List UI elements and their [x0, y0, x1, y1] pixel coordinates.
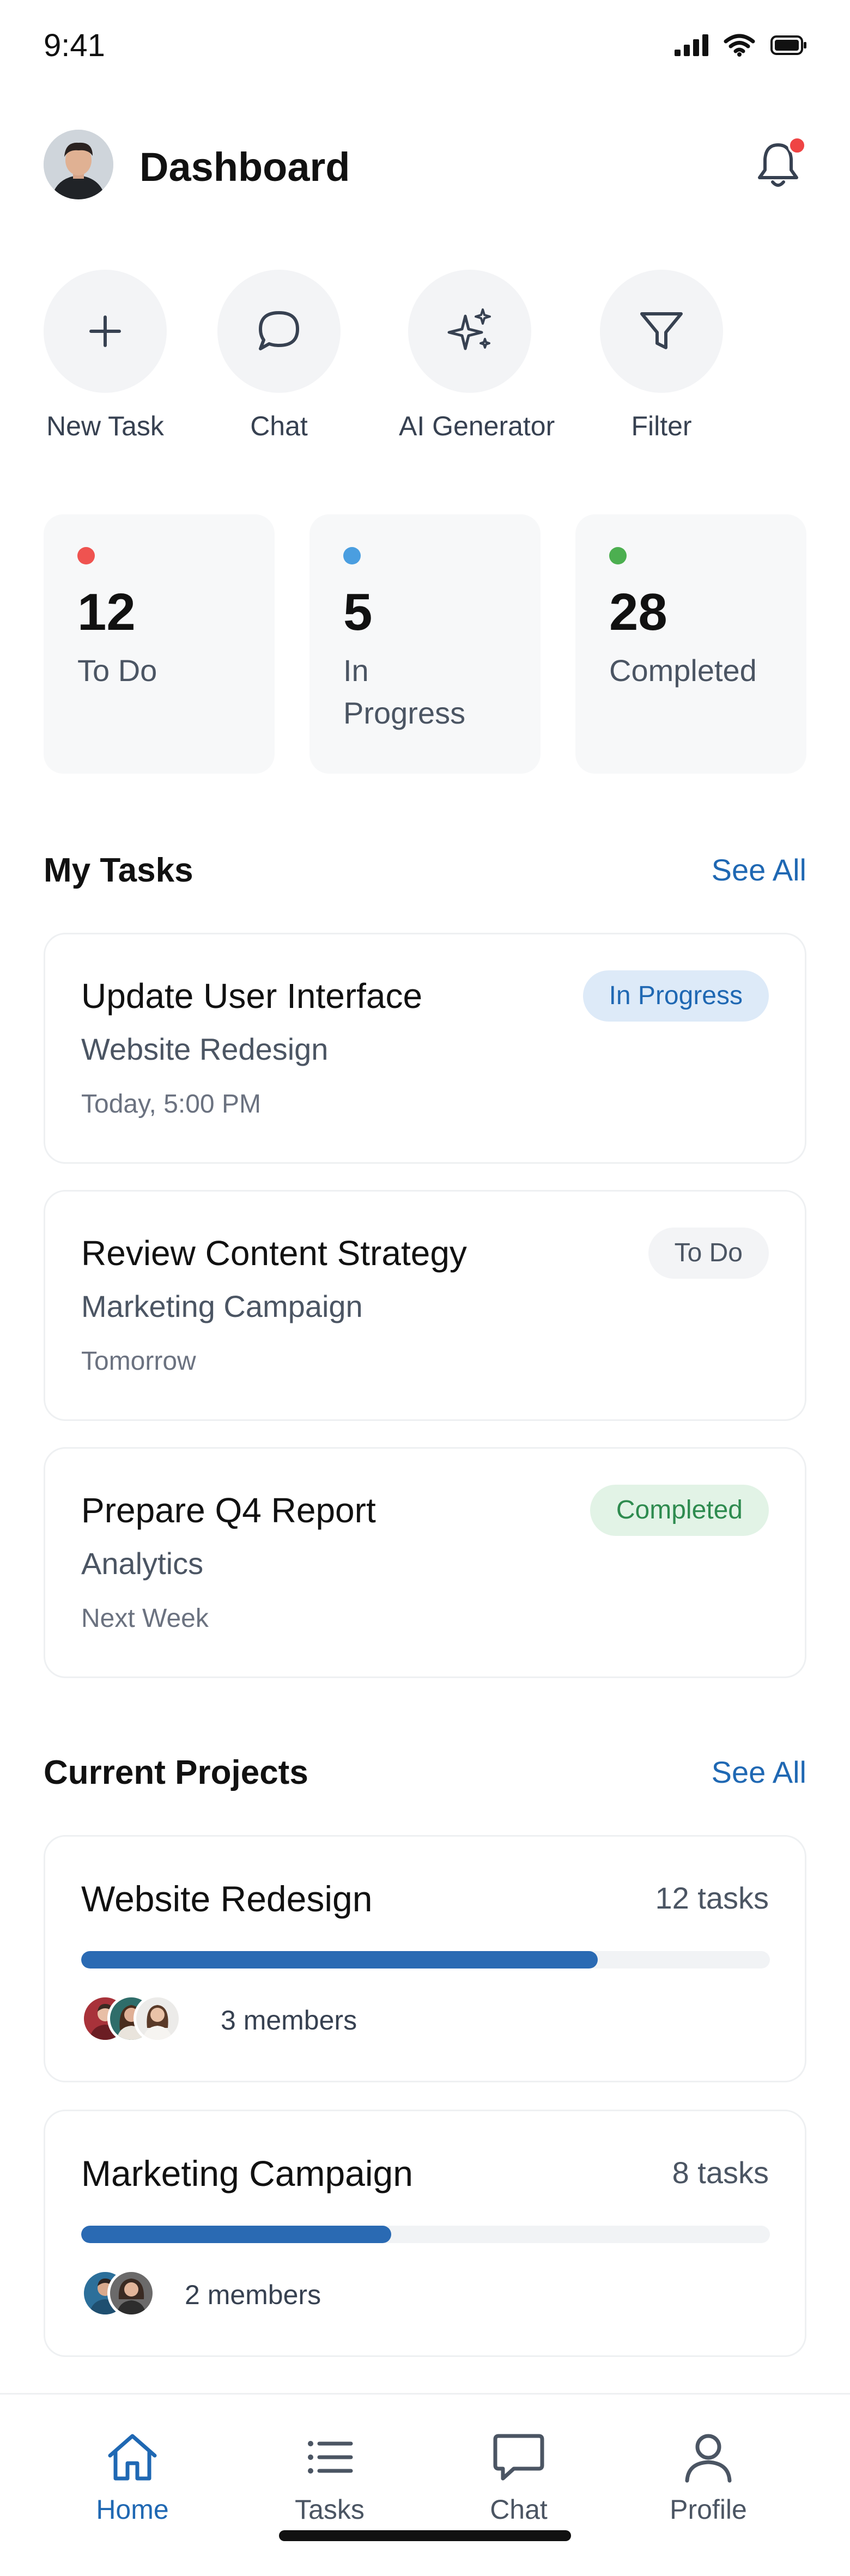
stat-card-completed[interactable]: 28 Completed [575, 514, 806, 774]
project-name: Website Redesign [81, 1879, 373, 1919]
task-due-date: Tomorrow [81, 1347, 196, 1376]
stat-card-in-progress[interactable]: 5 In Progress [309, 514, 541, 774]
members-count: 2 members [185, 2280, 321, 2310]
status-dot [77, 547, 95, 564]
progress-fill [81, 2226, 391, 2243]
profile-icon [685, 2434, 732, 2483]
nav-chat[interactable]: Chat [448, 2427, 590, 2525]
chat-button[interactable]: Chat [208, 270, 350, 442]
stat-value: 5 [343, 583, 373, 641]
current-projects-header: Current Projects See All [44, 1753, 806, 1797]
status-badge: Completed [590, 1485, 769, 1536]
task-card[interactable]: Update User Interface Website Redesign T… [44, 933, 806, 1164]
member-avatar [133, 1995, 181, 2043]
nav-label: Home [96, 2494, 169, 2525]
action-label: AI Generator [399, 411, 555, 441]
header: Dashboard [44, 130, 806, 202]
my-tasks-header: My Tasks See All [44, 851, 806, 895]
action-label: Filter [631, 411, 692, 441]
project-card[interactable]: Website Redesign 12 tasks 3 members [44, 1835, 806, 2082]
see-all-projects-link[interactable]: See All [712, 1754, 806, 1790]
task-title: Update User Interface [81, 976, 423, 1016]
task-project: Analytics [81, 1546, 204, 1581]
task-card[interactable]: Prepare Q4 Report Analytics Next Week Co… [44, 1447, 806, 1678]
status-icons [675, 34, 806, 57]
filter-icon [640, 312, 683, 349]
task-stats: 12 To Do 5 In Progress 28 Completed [44, 514, 806, 776]
page-title: Dashboard [139, 144, 350, 190]
ai-generator-button[interactable]: AI Generator [399, 270, 555, 442]
list-icon [308, 2441, 353, 2474]
user-avatar[interactable] [44, 130, 113, 199]
wifi-icon [724, 34, 755, 57]
members-count: 3 members [221, 2005, 357, 2036]
task-due-date: Today, 5:00 PM [81, 1090, 261, 1119]
stat-label: Completed [609, 653, 757, 688]
task-title: Prepare Q4 Report [81, 1491, 376, 1530]
bottom-nav: Home Tasks Chat Profile [0, 2393, 850, 2576]
stat-label: In Progress [343, 653, 466, 731]
section-title: Current Projects [44, 1754, 308, 1791]
nav-tasks[interactable]: Tasks [259, 2427, 400, 2525]
project-task-count: 12 tasks [655, 1881, 769, 1915]
task-card[interactable]: Review Content Strategy Marketing Campai… [44, 1190, 806, 1421]
notifications-button[interactable] [750, 136, 806, 193]
nav-label: Chat [490, 2494, 548, 2525]
home-indicator [279, 2530, 571, 2541]
plus-icon [89, 315, 121, 347]
progress-bar [81, 1951, 770, 1969]
stat-value: 28 [609, 583, 667, 641]
status-badge: In Progress [582, 970, 769, 1022]
project-name: Marketing Campaign [81, 2153, 413, 2194]
project-card[interactable]: Marketing Campaign 8 tasks 2 members [44, 2110, 806, 2357]
battery-icon [770, 35, 806, 55]
action-label: New Task [46, 411, 164, 441]
progress-fill [81, 1951, 598, 1969]
task-project: Marketing Campaign [81, 1289, 363, 1323]
filter-button[interactable]: Filter [591, 270, 732, 442]
stat-card-todo[interactable]: 12 To Do [44, 514, 275, 774]
nav-label: Profile [670, 2494, 747, 2525]
chat-bubble-icon [259, 311, 299, 350]
new-task-button[interactable]: New Task [34, 270, 176, 442]
nav-profile[interactable]: Profile [638, 2427, 779, 2525]
status-dot [343, 547, 361, 564]
home-icon [108, 2434, 157, 2481]
quick-actions: New Task Chat AI Generator Filter [44, 270, 806, 449]
stat-value: 12 [77, 583, 136, 641]
chat-icon [493, 2434, 544, 2481]
status-dot [609, 547, 627, 564]
status-badge: To Do [648, 1228, 769, 1279]
status-bar: 9:41 [0, 0, 850, 93]
progress-bar [81, 2226, 770, 2243]
task-project: Website Redesign [81, 1032, 329, 1066]
see-all-tasks-link[interactable]: See All [712, 852, 806, 888]
task-due-date: Next Week [81, 1604, 209, 1633]
notification-dot [788, 136, 806, 155]
signal-icon [675, 34, 708, 56]
member-avatar [107, 2269, 155, 2317]
stat-label: To Do [77, 653, 157, 688]
action-label: Chat [250, 411, 308, 441]
project-task-count: 8 tasks [672, 2155, 769, 2190]
task-title: Review Content Strategy [81, 1234, 467, 1273]
section-title: My Tasks [44, 852, 193, 889]
nav-home[interactable]: Home [62, 2427, 203, 2525]
sparkles-icon [447, 308, 491, 350]
nav-label: Tasks [295, 2494, 365, 2525]
status-time: 9:41 [44, 28, 105, 63]
